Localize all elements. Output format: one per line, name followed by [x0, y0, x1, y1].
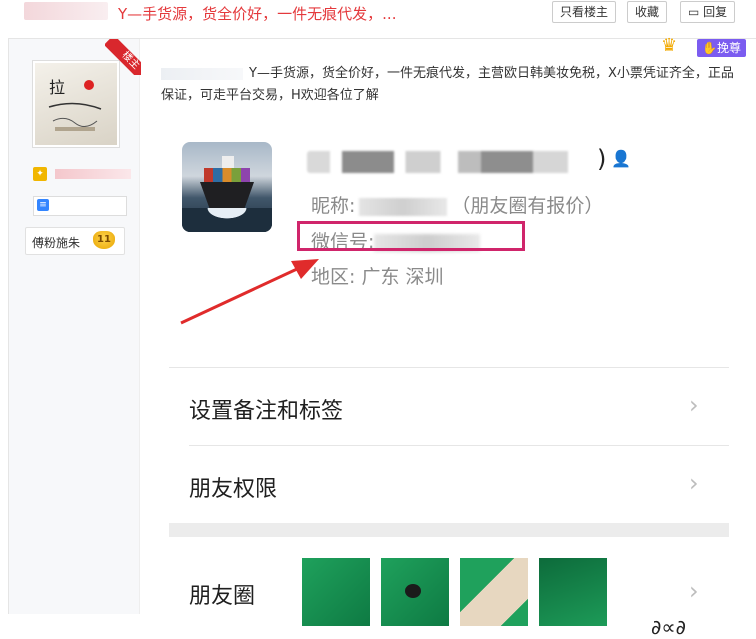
thread-header: Y—手货源，货全价好，一件无痕代发，... 只看楼主 收藏 ▭ 回复	[0, 0, 756, 40]
nickname-label: 昵称:	[311, 195, 356, 217]
chevron-right-icon: ›	[689, 469, 699, 497]
menu-moments[interactable]: 朋友圈	[189, 578, 255, 610]
name-paren-close: )	[597, 145, 607, 173]
zun-label: 挽尊	[716, 41, 741, 55]
chevron-right-icon: ›	[689, 391, 699, 419]
ship-wave-shape	[182, 208, 272, 232]
moment-thumbnail-2	[381, 558, 449, 626]
contact-avatar-ship	[182, 142, 272, 232]
blurred-forum-name	[24, 2, 108, 20]
member-icon: ✦	[33, 167, 47, 181]
handwritten-doodle-icon: ∂∝∂	[651, 615, 686, 639]
thread-title[interactable]: Y—手货源，货全价好，一件无痕代发，...	[118, 3, 396, 24]
wechat-id-highlight-box	[297, 221, 525, 251]
menu-friend-permission[interactable]: 朋友权限	[189, 471, 277, 503]
author-sidebar: 拉 楼主 ✦ ≡ 傅粉施朱 11	[9, 39, 141, 614]
author-badge-row[interactable]: ≡	[33, 196, 127, 216]
op-badge: 楼主	[105, 39, 141, 75]
menu-remark-tags[interactable]: 设置备注和标签	[189, 393, 343, 425]
op-ribbon: 楼主	[105, 39, 141, 75]
favorite-button[interactable]: 收藏	[627, 1, 668, 23]
reply-label: 回复	[703, 5, 728, 19]
divider	[169, 367, 729, 368]
chevron-right-icon: ›	[689, 577, 699, 605]
fan-level-number: 11	[93, 231, 115, 249]
section-gap	[169, 523, 729, 537]
blurred-contact-name	[307, 151, 597, 173]
reply-button[interactable]: ▭ 回复	[680, 1, 736, 23]
nickname-row: 昵称: （朋友圈有报价）	[311, 191, 603, 218]
only-op-button[interactable]: 只看楼主	[552, 1, 617, 23]
author-name-row[interactable]: ✦	[33, 167, 133, 181]
blurred-author-name	[55, 169, 131, 179]
zun-icon: ✋	[702, 41, 717, 55]
nickname-suffix: （朋友圈有报价）	[451, 195, 604, 217]
moment-thumbnail-3	[460, 558, 528, 626]
divider	[189, 445, 729, 446]
avatar-image: 拉	[35, 63, 117, 145]
post-body-text: Y—手货源，货全价好，一件无痕代发，主营欧日韩美妆免税，X小票凭证齐全，正品保证…	[161, 66, 734, 103]
blurred-prefix	[161, 67, 243, 80]
blurred-nickname	[359, 197, 448, 216]
crown-icon: ♛	[661, 35, 678, 56]
post-floor: 拉 楼主 ✦ ≡ 傅粉施朱 11 ♛ ✋挽尊 Y—手货源，货全价好，一件无痕代发…	[8, 35, 756, 639]
region-row: 地区: 广东 深圳	[311, 262, 444, 289]
svg-text:拉: 拉	[49, 78, 65, 97]
badge-icon: ≡	[37, 199, 49, 211]
person-icon: 👤	[611, 149, 631, 168]
ship-cargo-shape	[204, 168, 250, 184]
fan-title: 傅粉施朱	[32, 236, 81, 250]
red-arrow-icon	[180, 259, 319, 325]
region-value: 广东 深圳	[361, 266, 444, 288]
moment-thumbnail-1	[302, 558, 370, 626]
post-body: Y—手货源，货全价好，一件无痕代发，主营欧日韩美妆免税，X小票凭证齐全，正品保证…	[161, 63, 741, 107]
contact-screenshot-image: ) 👤 昵称: （朋友圈有报价） 微信号: 地区: 广东 深圳 设置备注和标签 ›…	[159, 131, 729, 639]
zun-button[interactable]: ✋挽尊	[697, 39, 746, 57]
reply-icon: ▭	[688, 5, 700, 19]
fan-level-badge[interactable]: 傅粉施朱 11	[25, 227, 125, 255]
moment-thumbnail-4	[539, 558, 607, 626]
